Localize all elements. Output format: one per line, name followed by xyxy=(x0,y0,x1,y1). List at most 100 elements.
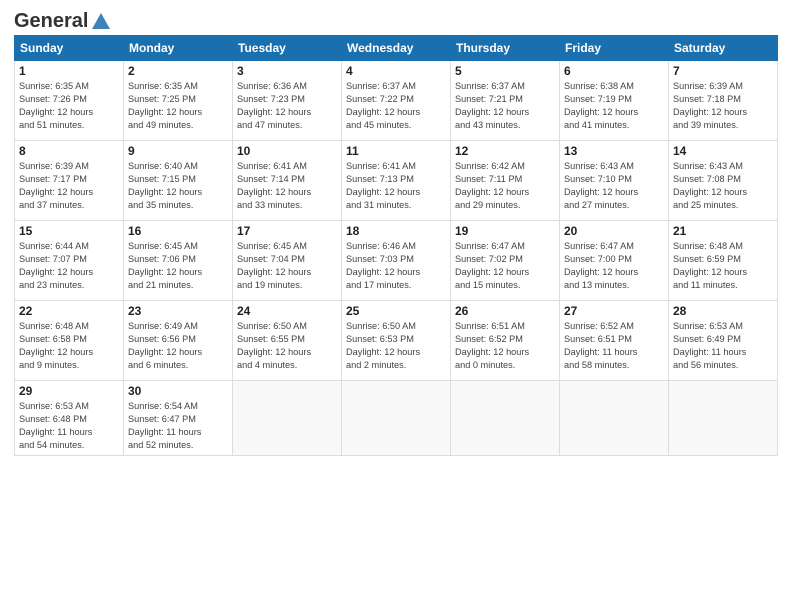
day-number: 26 xyxy=(455,304,555,318)
day-info: Sunrise: 6:51 AM Sunset: 6:52 PM Dayligh… xyxy=(455,320,555,372)
calendar-header-row: SundayMondayTuesdayWednesdayThursdayFrid… xyxy=(15,36,778,61)
day-number: 25 xyxy=(346,304,446,318)
calendar-day-cell xyxy=(233,381,342,456)
day-info: Sunrise: 6:41 AM Sunset: 7:14 PM Dayligh… xyxy=(237,160,337,212)
calendar-day-cell: 1 Sunrise: 6:35 AM Sunset: 7:26 PM Daylig… xyxy=(15,61,124,141)
day-number: 14 xyxy=(673,144,773,158)
calendar-week-row: 1 Sunrise: 6:35 AM Sunset: 7:26 PM Daylig… xyxy=(15,61,778,141)
calendar-day-cell: 6 Sunrise: 6:38 AM Sunset: 7:19 PM Daylig… xyxy=(560,61,669,141)
calendar-header-tuesday: Tuesday xyxy=(233,36,342,61)
day-number: 2 xyxy=(128,64,228,78)
calendar-day-cell: 8 Sunrise: 6:39 AM Sunset: 7:17 PM Daylig… xyxy=(15,141,124,221)
calendar-day-cell: 29 Sunrise: 6:53 AM Sunset: 6:48 PM Dayli… xyxy=(15,381,124,456)
calendar-week-row: 29 Sunrise: 6:53 AM Sunset: 6:48 PM Dayli… xyxy=(15,381,778,456)
calendar-week-row: 15 Sunrise: 6:44 AM Sunset: 7:07 PM Dayli… xyxy=(15,221,778,301)
day-number: 18 xyxy=(346,224,446,238)
calendar-day-cell: 15 Sunrise: 6:44 AM Sunset: 7:07 PM Dayli… xyxy=(15,221,124,301)
calendar-day-cell: 10 Sunrise: 6:41 AM Sunset: 7:14 PM Dayli… xyxy=(233,141,342,221)
day-number: 24 xyxy=(237,304,337,318)
calendar-day-cell xyxy=(669,381,778,456)
calendar-header-friday: Friday xyxy=(560,36,669,61)
day-info: Sunrise: 6:45 AM Sunset: 7:04 PM Dayligh… xyxy=(237,240,337,292)
day-info: Sunrise: 6:47 AM Sunset: 7:00 PM Dayligh… xyxy=(564,240,664,292)
day-number: 7 xyxy=(673,64,773,78)
day-number: 1 xyxy=(19,64,119,78)
day-number: 19 xyxy=(455,224,555,238)
day-number: 17 xyxy=(237,224,337,238)
calendar-day-cell: 30Sunrise: 6:54 AM Sunset: 6:47 PM Dayli… xyxy=(124,381,233,456)
calendar-day-cell: 11 Sunrise: 6:41 AM Sunset: 7:13 PM Dayli… xyxy=(342,141,451,221)
day-info: Sunrise: 6:54 AM Sunset: 6:47 PM Dayligh… xyxy=(128,400,228,452)
calendar-week-row: 8 Sunrise: 6:39 AM Sunset: 7:17 PM Daylig… xyxy=(15,141,778,221)
calendar-day-cell: 23 Sunrise: 6:49 AM Sunset: 6:56 PM Dayli… xyxy=(124,301,233,381)
day-number: 16 xyxy=(128,224,228,238)
logo-general: General xyxy=(14,10,88,33)
calendar-day-cell xyxy=(342,381,451,456)
day-info: Sunrise: 6:43 AM Sunset: 7:08 PM Dayligh… xyxy=(673,160,773,212)
day-info: Sunrise: 6:40 AM Sunset: 7:15 PM Dayligh… xyxy=(128,160,228,212)
day-info: Sunrise: 6:35 AM Sunset: 7:25 PM Dayligh… xyxy=(128,80,228,132)
day-info: Sunrise: 6:49 AM Sunset: 6:56 PM Dayligh… xyxy=(128,320,228,372)
calendar-day-cell: 27 Sunrise: 6:52 AM Sunset: 6:51 PM Dayli… xyxy=(560,301,669,381)
calendar-day-cell: 25 Sunrise: 6:50 AM Sunset: 6:53 PM Dayli… xyxy=(342,301,451,381)
day-number: 3 xyxy=(237,64,337,78)
day-number: 28 xyxy=(673,304,773,318)
calendar-day-cell: 7 Sunrise: 6:39 AM Sunset: 7:18 PM Daylig… xyxy=(669,61,778,141)
day-number: 6 xyxy=(564,64,664,78)
day-number: 5 xyxy=(455,64,555,78)
day-number: 22 xyxy=(19,304,119,318)
calendar-day-cell: 18Sunrise: 6:46 AM Sunset: 7:03 PM Dayli… xyxy=(342,221,451,301)
day-info: Sunrise: 6:38 AM Sunset: 7:19 PM Dayligh… xyxy=(564,80,664,132)
calendar-day-cell: 17 Sunrise: 6:45 AM Sunset: 7:04 PM Dayli… xyxy=(233,221,342,301)
day-number: 20 xyxy=(564,224,664,238)
header: General xyxy=(14,10,778,29)
day-info: Sunrise: 6:37 AM Sunset: 7:22 PM Dayligh… xyxy=(346,80,446,132)
day-number: 13 xyxy=(564,144,664,158)
day-number: 11 xyxy=(346,144,446,158)
calendar-header-wednesday: Wednesday xyxy=(342,36,451,61)
day-info: Sunrise: 6:42 AM Sunset: 7:11 PM Dayligh… xyxy=(455,160,555,212)
calendar-day-cell: 19 Sunrise: 6:47 AM Sunset: 7:02 PM Dayli… xyxy=(451,221,560,301)
day-number: 21 xyxy=(673,224,773,238)
day-info: Sunrise: 6:41 AM Sunset: 7:13 PM Dayligh… xyxy=(346,160,446,212)
day-number: 8 xyxy=(19,144,119,158)
day-number: 23 xyxy=(128,304,228,318)
day-number: 15 xyxy=(19,224,119,238)
day-info: Sunrise: 6:44 AM Sunset: 7:07 PM Dayligh… xyxy=(19,240,119,292)
day-info: Sunrise: 6:50 AM Sunset: 6:53 PM Dayligh… xyxy=(346,320,446,372)
calendar-day-cell: 12 Sunrise: 6:42 AM Sunset: 7:11 PM Dayli… xyxy=(451,141,560,221)
day-number: 12 xyxy=(455,144,555,158)
day-info: Sunrise: 6:37 AM Sunset: 7:21 PM Dayligh… xyxy=(455,80,555,132)
day-info: Sunrise: 6:53 AM Sunset: 6:48 PM Dayligh… xyxy=(19,400,119,452)
calendar-day-cell: 13 Sunrise: 6:43 AM Sunset: 7:10 PM Dayli… xyxy=(560,141,669,221)
calendar-header-thursday: Thursday xyxy=(451,36,560,61)
calendar-day-cell: 16 Sunrise: 6:45 AM Sunset: 7:06 PM Dayli… xyxy=(124,221,233,301)
calendar-day-cell: 26 Sunrise: 6:51 AM Sunset: 6:52 PM Dayli… xyxy=(451,301,560,381)
logo: General xyxy=(14,10,112,29)
day-number: 27 xyxy=(564,304,664,318)
day-info: Sunrise: 6:50 AM Sunset: 6:55 PM Dayligh… xyxy=(237,320,337,372)
calendar-day-cell: 24 Sunrise: 6:50 AM Sunset: 6:55 PM Dayli… xyxy=(233,301,342,381)
calendar-day-cell: 14 Sunrise: 6:43 AM Sunset: 7:08 PM Dayli… xyxy=(669,141,778,221)
day-number: 9 xyxy=(128,144,228,158)
day-number: 10 xyxy=(237,144,337,158)
day-info: Sunrise: 6:35 AM Sunset: 7:26 PM Dayligh… xyxy=(19,80,119,132)
calendar-day-cell: 28 Sunrise: 6:53 AM Sunset: 6:49 PM Dayli… xyxy=(669,301,778,381)
day-info: Sunrise: 6:39 AM Sunset: 7:18 PM Dayligh… xyxy=(673,80,773,132)
day-info: Sunrise: 6:48 AM Sunset: 6:58 PM Dayligh… xyxy=(19,320,119,372)
calendar-table: SundayMondayTuesdayWednesdayThursdayFrid… xyxy=(14,35,778,456)
calendar-day-cell: 3 Sunrise: 6:36 AM Sunset: 7:23 PM Daylig… xyxy=(233,61,342,141)
day-info: Sunrise: 6:43 AM Sunset: 7:10 PM Dayligh… xyxy=(564,160,664,212)
day-info: Sunrise: 6:52 AM Sunset: 6:51 PM Dayligh… xyxy=(564,320,664,372)
day-info: Sunrise: 6:45 AM Sunset: 7:06 PM Dayligh… xyxy=(128,240,228,292)
logo-icon xyxy=(90,11,112,33)
calendar-day-cell xyxy=(560,381,669,456)
day-info: Sunrise: 6:47 AM Sunset: 7:02 PM Dayligh… xyxy=(455,240,555,292)
day-info: Sunrise: 6:36 AM Sunset: 7:23 PM Dayligh… xyxy=(237,80,337,132)
day-number: 4 xyxy=(346,64,446,78)
calendar-day-cell: 2 Sunrise: 6:35 AM Sunset: 7:25 PM Daylig… xyxy=(124,61,233,141)
day-info: Sunrise: 6:39 AM Sunset: 7:17 PM Dayligh… xyxy=(19,160,119,212)
calendar-day-cell: 22 Sunrise: 6:48 AM Sunset: 6:58 PM Dayli… xyxy=(15,301,124,381)
day-number: 29 xyxy=(19,384,119,398)
day-info: Sunrise: 6:53 AM Sunset: 6:49 PM Dayligh… xyxy=(673,320,773,372)
